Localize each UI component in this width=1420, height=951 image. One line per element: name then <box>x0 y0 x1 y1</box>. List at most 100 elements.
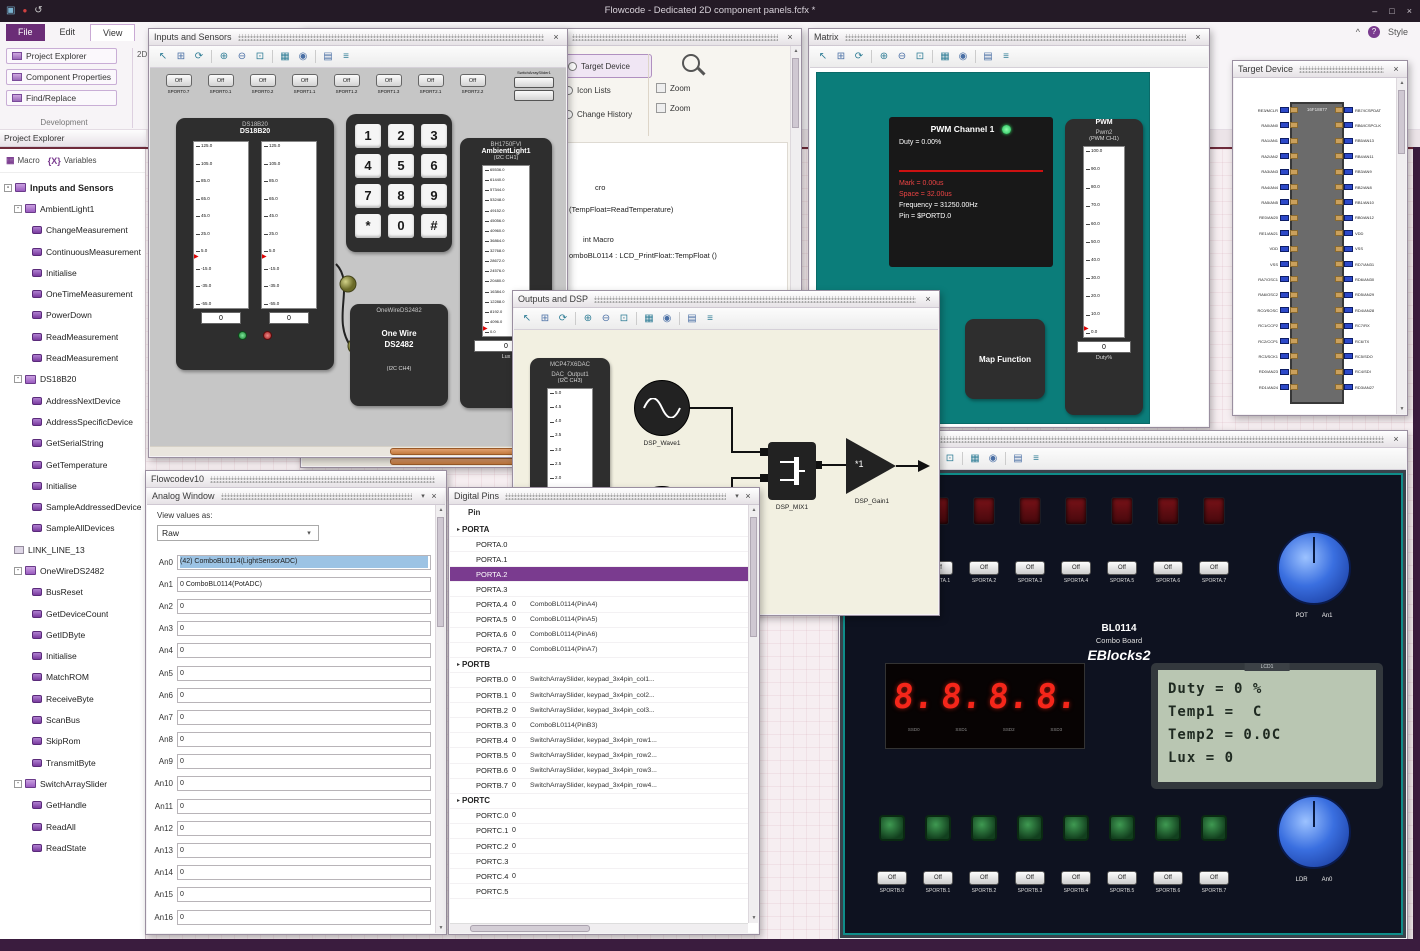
off-button[interactable]: Off <box>1153 871 1183 885</box>
map-function-component[interactable]: Map Function <box>965 319 1045 399</box>
scroll-up-icon[interactable]: ▲ <box>791 46 800 56</box>
port-group-portb[interactable]: ▸ PORTB <box>450 658 748 673</box>
push-button[interactable] <box>1201 815 1227 841</box>
close-icon[interactable]: × <box>1390 434 1402 444</box>
key-8[interactable]: 8 <box>388 184 414 208</box>
pin-row-portb-0[interactable]: PORTB.0 0 SwitchArraySlider, keypad_3x4pin… <box>450 673 748 689</box>
pin[interactable] <box>1344 214 1353 221</box>
expand-arrow[interactable]: ▸ <box>450 661 462 668</box>
settings-icon[interactable]: ≡ <box>1028 451 1044 467</box>
switch-sporta-2[interactable]: Off SPORTA.2 <box>969 561 999 584</box>
dsp-gain-block[interactable]: *1 <box>846 438 898 494</box>
settings-icon[interactable]: ≡ <box>338 49 354 65</box>
dsp-wave1-block[interactable] <box>634 380 690 436</box>
inputs-titlebar[interactable]: Inputs and Sensors × <box>149 29 567 46</box>
ribbon-button-component-properties[interactable]: Component Properties <box>6 69 118 85</box>
expand-toggle[interactable]: - <box>14 779 22 788</box>
variables-button[interactable]: {X} Variables <box>48 156 97 166</box>
push-button[interactable] <box>1017 815 1043 841</box>
pin[interactable] <box>1344 307 1353 314</box>
push-button[interactable] <box>879 815 905 841</box>
layers-icon[interactable]: ▤ <box>1010 451 1026 467</box>
port-sport0-1[interactable]: Off SPORT0.1 <box>204 74 237 94</box>
key-0[interactable]: 0 <box>388 214 414 238</box>
tree-item-powerdown[interactable]: PowerDown <box>0 305 145 326</box>
analog-titlebar[interactable]: Analog Window ▾ × <box>147 488 445 505</box>
tree-folder-switcharrayslider[interactable]: - SwitchArraySlider <box>0 773 145 794</box>
pin[interactable] <box>1280 184 1289 190</box>
tree-item-initialise[interactable]: Initialise <box>0 646 145 667</box>
pin-row-portc-1[interactable]: PORTC.1 0 <box>450 824 748 839</box>
port-sport1-3[interactable]: Off SPORT1.3 <box>372 74 405 94</box>
scroll-down-icon[interactable]: ▼ <box>436 923 445 933</box>
key-5[interactable]: 5 <box>388 154 414 178</box>
pin[interactable] <box>1344 230 1353 237</box>
value-field[interactable]: 0 <box>177 865 431 881</box>
tree-item-sampleaddresseddevice[interactable]: SampleAddressedDevice <box>0 496 145 517</box>
chevron-down-icon[interactable]: ▾ <box>418 492 428 500</box>
pin[interactable] <box>1344 199 1353 206</box>
switch-array-component[interactable]: SwitchArraySlider1 <box>508 70 560 101</box>
outputs-titlebar[interactable]: Outputs and DSP × <box>513 291 939 308</box>
tree-item-initialise[interactable]: Initialise <box>0 262 145 283</box>
rotate-icon[interactable]: ⟳ <box>851 49 867 65</box>
grid-icon[interactable]: ▦ <box>937 49 953 65</box>
tab-edit[interactable]: Edit <box>48 24 88 41</box>
off-button[interactable]: Off <box>1061 561 1091 575</box>
pin-row-portc-4[interactable]: PORTC.4 0 <box>450 869 748 885</box>
settings-icon[interactable]: ≡ <box>998 49 1014 65</box>
off-button[interactable]: Off <box>1015 561 1045 575</box>
switch-sportb-6[interactable]: Off SPORTB.6 <box>1153 871 1183 894</box>
pin-row-portb-6[interactable]: PORTB.6 0 SwitchArraySlider, keypad_3x4pin… <box>450 764 748 779</box>
value-field[interactable]: 0 <box>177 643 431 659</box>
pin-row-porta-6[interactable]: PORTA.6 0 ComboBL0114(PinA6) <box>450 628 748 643</box>
pin[interactable] <box>1280 107 1289 113</box>
port-off-button[interactable]: Off <box>417 74 444 87</box>
minimize-button[interactable]: – <box>1372 0 1377 22</box>
macro-button[interactable]: ▦ Macro <box>6 155 40 166</box>
switch-sportb-3[interactable]: Off SPORTB.3 <box>1015 871 1045 894</box>
pin[interactable] <box>1344 153 1353 160</box>
port-sport0-7[interactable]: Off SPORT0.7 <box>162 74 195 94</box>
pin[interactable] <box>1280 137 1289 144</box>
pin[interactable] <box>1344 276 1353 283</box>
view-mode-dropdown[interactable]: Raw ▾ <box>157 525 319 541</box>
off-button[interactable]: Off <box>969 561 999 575</box>
switch-sportb-0[interactable]: Off SPORTB.0 <box>877 871 907 894</box>
tree-item-continuousmeasurement[interactable]: ContinuousMeasurement <box>0 241 145 262</box>
pin-row-portc-2[interactable]: PORTC.2 0 <box>450 839 748 855</box>
layers-icon[interactable]: ▤ <box>320 49 336 65</box>
tree-item-addressnextdevice[interactable]: AddressNextDevice <box>0 390 145 411</box>
scrollbar-thumb[interactable] <box>750 517 757 637</box>
off-button[interactable]: Off <box>1107 561 1137 575</box>
value-field[interactable]: 0 <box>177 843 431 859</box>
pin-row-porta-3[interactable]: PORTA.3 <box>450 582 748 598</box>
ribbon-button-find-replace[interactable]: Find/Replace <box>6 90 118 106</box>
pin[interactable] <box>1280 384 1289 391</box>
zoom-fit-icon[interactable]: ⊡ <box>252 49 268 65</box>
pin[interactable] <box>1280 230 1289 237</box>
expand-toggle[interactable]: - <box>4 183 12 192</box>
switch-sportb-4[interactable]: Off SPORTB.4 <box>1061 871 1091 894</box>
tree-item-skiprom[interactable]: SkipRom <box>0 731 145 752</box>
pin[interactable] <box>1280 153 1289 160</box>
port-sport2-2[interactable]: Off SPORT2.2 <box>456 74 489 94</box>
switch-sporta-4[interactable]: Off SPORTA.4 <box>1061 561 1091 584</box>
value-field[interactable]: 0 <box>177 820 431 836</box>
zoom-fit-icon[interactable]: ⊡ <box>942 451 958 467</box>
key-9[interactable]: 9 <box>421 184 447 208</box>
close-icon[interactable]: × <box>550 32 562 42</box>
target-titlebar[interactable]: Target Device × <box>1233 61 1407 78</box>
expand-arrow[interactable]: ▸ <box>450 797 462 804</box>
pin-row-portc-3[interactable]: PORTC.3 <box>450 854 748 870</box>
zoom-in-icon[interactable]: ⊕ <box>216 49 232 65</box>
pwm-slider-component[interactable]: PWM Pwm2 (PWM CH1) 100.0 90.0 80.0 70.0 60.0… <box>1065 119 1143 415</box>
pin[interactable] <box>1280 214 1289 221</box>
value-field[interactable]: 0 <box>177 621 431 637</box>
select-icon[interactable]: ↖ <box>815 49 831 65</box>
close-icon[interactable]: × <box>742 491 754 501</box>
zoom-out-icon[interactable]: ⊖ <box>234 49 250 65</box>
value-field[interactable]: 0 <box>177 687 431 703</box>
tab-file[interactable]: File <box>6 24 45 41</box>
pin-row-portb-5[interactable]: PORTB.5 0 SwitchArraySlider, keypad_3x4pin… <box>450 748 748 764</box>
